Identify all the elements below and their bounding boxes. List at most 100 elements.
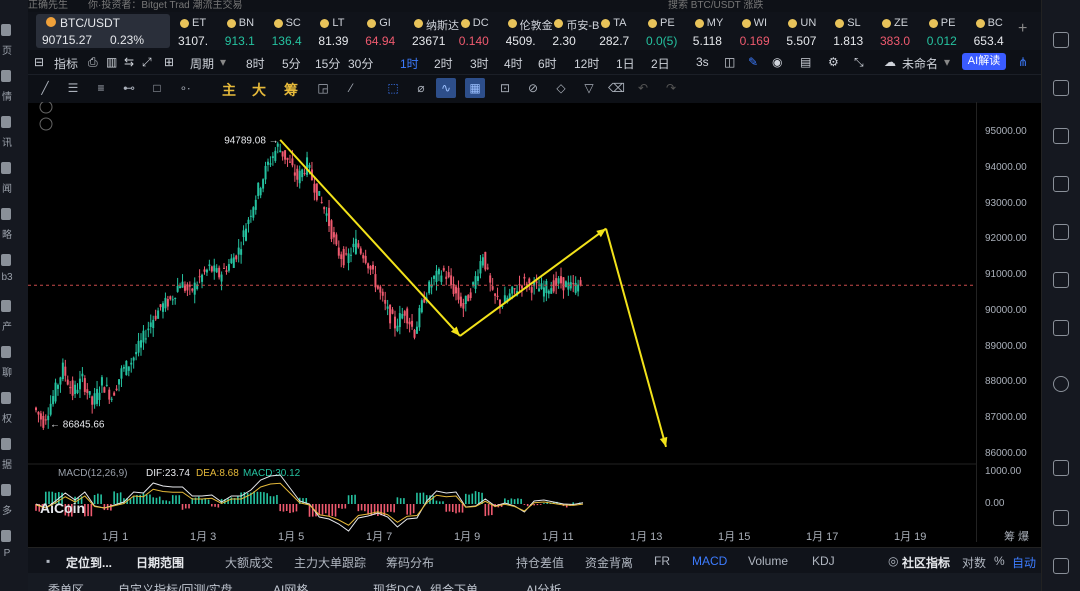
interval-4时[interactable]: 4时: [504, 55, 523, 72]
selected-ticker[interactable]: BTC/USDT 90715.27 0.23%: [36, 14, 170, 48]
collapse-icon[interactable]: [39, 102, 53, 114]
panel-tab[interactable]: AI网格: [273, 581, 308, 591]
settings-icon[interactable]: ⚙: [828, 55, 839, 69]
ruler-icon[interactable]: ⌀: [414, 81, 428, 95]
bottom-tab[interactable]: Volume: [748, 554, 788, 568]
left-nav-item[interactable]: 聊: [0, 346, 14, 379]
measure-icon[interactable]: ◲: [316, 81, 330, 95]
tag-icon[interactable]: ◇: [554, 81, 568, 95]
undo-icon[interactable]: ↶: [636, 81, 650, 95]
share-icon[interactable]: ⋔: [1018, 55, 1028, 69]
left-nav-item[interactable]: 据: [0, 438, 14, 471]
trendline-tool-icon[interactable]: ╱: [38, 81, 52, 95]
right-toolbar-icon[interactable]: [1053, 224, 1069, 240]
bottom-tab[interactable]: 筹码分布: [386, 554, 434, 571]
magnet-icon[interactable]: ∿: [436, 78, 456, 98]
right-toolbar-icon[interactable]: [1053, 32, 1069, 48]
bottom-tab[interactable]: MACD: [692, 554, 727, 568]
panel-tab[interactable]: 组合下单: [430, 581, 478, 591]
eye-icon[interactable]: ◉: [772, 55, 782, 69]
right-toolbar-icon[interactable]: [1053, 272, 1069, 288]
bottom-tab[interactable]: 对数: [962, 554, 986, 571]
left-nav-item[interactable]: 略: [0, 208, 14, 241]
bottom-tab[interactable]: 自动: [1012, 554, 1036, 571]
bottom-tab[interactable]: 主力大单跟踪: [294, 554, 366, 571]
bottom-tab[interactable]: 持仓差值: [516, 554, 564, 571]
bottom-tab[interactable]: %: [994, 554, 1005, 568]
bottom-tab[interactable]: 日期范围: [136, 554, 184, 571]
interval-1日[interactable]: 1日: [616, 55, 635, 72]
save-icon[interactable]: ⎙: [88, 55, 98, 70]
right-toolbar-icon[interactable]: [1053, 376, 1069, 392]
refresh-rate[interactable]: 3s: [696, 55, 709, 69]
pen-icon[interactable]: ✎: [748, 55, 758, 69]
left-nav-item[interactable]: 讯: [0, 116, 14, 149]
interval-5分[interactable]: 5分: [282, 55, 301, 72]
panel-tab[interactable]: AI分析: [526, 581, 561, 591]
hline-tool-icon[interactable]: ☰: [66, 81, 80, 95]
lock-drawings-icon[interactable]: ▦: [465, 78, 485, 98]
drawn-arrows[interactable]: [279, 139, 668, 448]
brush-icon[interactable]: ⁄: [344, 81, 358, 95]
path-tool-icon[interactable]: ∘∙: [178, 81, 192, 95]
interval-2日[interactable]: 2日: [651, 55, 670, 72]
bottom-tab[interactable]: 资金背离: [585, 554, 633, 571]
indicator-button[interactable]: 指标: [54, 55, 78, 72]
panel-tab[interactable]: 现货DCA: [373, 581, 422, 591]
ray-tool-icon[interactable]: ⊷: [122, 81, 136, 95]
right-toolbar-icon[interactable]: [1053, 128, 1069, 144]
interval-3时[interactable]: 3时: [470, 55, 489, 72]
zoom-icon[interactable]: ⊞: [164, 55, 174, 69]
expand-icon[interactable]: ⤡: [854, 55, 864, 70]
add-ticker-button[interactable]: +: [1018, 20, 1027, 38]
layout-icon[interactable]: ⊟: [34, 55, 44, 69]
rect-tool-icon[interactable]: □: [150, 81, 164, 95]
left-nav-item[interactable]: 产: [0, 300, 14, 333]
ai-interpret-button[interactable]: AI解读: [962, 53, 1006, 70]
interval-15分[interactable]: 15分: [315, 55, 340, 72]
redo-icon[interactable]: ↷: [664, 81, 678, 95]
right-toolbar-icon[interactable]: [1053, 558, 1069, 574]
main-force-button[interactable]: 主: [222, 80, 236, 100]
price-chart[interactable]: 94789.08 → ← 86845.66 MACD(12,26,9) DIF:23.…: [28, 102, 1042, 542]
cursor-icon[interactable]: ⬚: [386, 81, 400, 95]
right-toolbar-icon[interactable]: [1053, 176, 1069, 192]
period-dropdown[interactable]: 周期: [190, 55, 214, 72]
left-nav-item[interactable]: 权: [0, 392, 14, 425]
bottom-tab[interactable]: 大额成交: [225, 554, 273, 571]
bottom-tab[interactable]: 定位到...: [66, 554, 112, 571]
left-nav-item[interactable]: 情: [0, 70, 14, 103]
search-input[interactable]: 搜索 BTC/USDT 涨跌: [668, 0, 763, 11]
columns-icon[interactable]: ▤: [800, 55, 811, 69]
lock-icon[interactable]: ⊡: [498, 81, 512, 95]
fullscreen-icon[interactable]: ⤢: [142, 55, 152, 70]
right-toolbar-icon[interactable]: [1053, 80, 1069, 96]
collapse-icon-2[interactable]: [39, 117, 53, 131]
interval-2时[interactable]: 2时: [434, 55, 453, 72]
layout-name[interactable]: 未命名: [902, 55, 938, 72]
link-icon[interactable]: ⊘: [526, 81, 540, 95]
left-nav-item[interactable]: 多: [0, 484, 14, 517]
right-toolbar-icon[interactable]: [1053, 510, 1069, 526]
left-nav-item[interactable]: 页: [0, 24, 14, 57]
marquee-text[interactable]: 你·投资者：Bitget Trad 潮流主交易: [88, 0, 242, 11]
interval-8时[interactable]: 8时: [246, 55, 265, 72]
interval-12时[interactable]: 12时: [574, 55, 599, 72]
left-nav-item[interactable]: b3: [0, 254, 14, 283]
interval-1时[interactable]: 1时: [400, 55, 419, 72]
large-order-button[interactable]: 大: [252, 80, 266, 100]
bottom-tab[interactable]: KDJ: [812, 554, 835, 568]
chip-button[interactable]: 筹: [284, 80, 298, 100]
trash-icon[interactable]: ⌫: [608, 81, 625, 95]
chart-type-icon[interactable]: ▥: [106, 55, 117, 69]
right-toolbar-icon[interactable]: [1053, 320, 1069, 336]
interval-30分[interactable]: 30分: [348, 55, 373, 72]
bottom-tab[interactable]: FR: [654, 554, 670, 568]
channel-tool-icon[interactable]: ≡: [94, 81, 108, 95]
right-toolbar-icon[interactable]: [1053, 460, 1069, 476]
interval-6时[interactable]: 6时: [538, 55, 557, 72]
bottom-tab[interactable]: 社区指标: [902, 554, 950, 571]
filter-icon[interactable]: ▽: [582, 81, 596, 95]
panel-tab[interactable]: 委单区: [48, 581, 84, 591]
compare-icon[interactable]: ⇆: [124, 55, 134, 69]
